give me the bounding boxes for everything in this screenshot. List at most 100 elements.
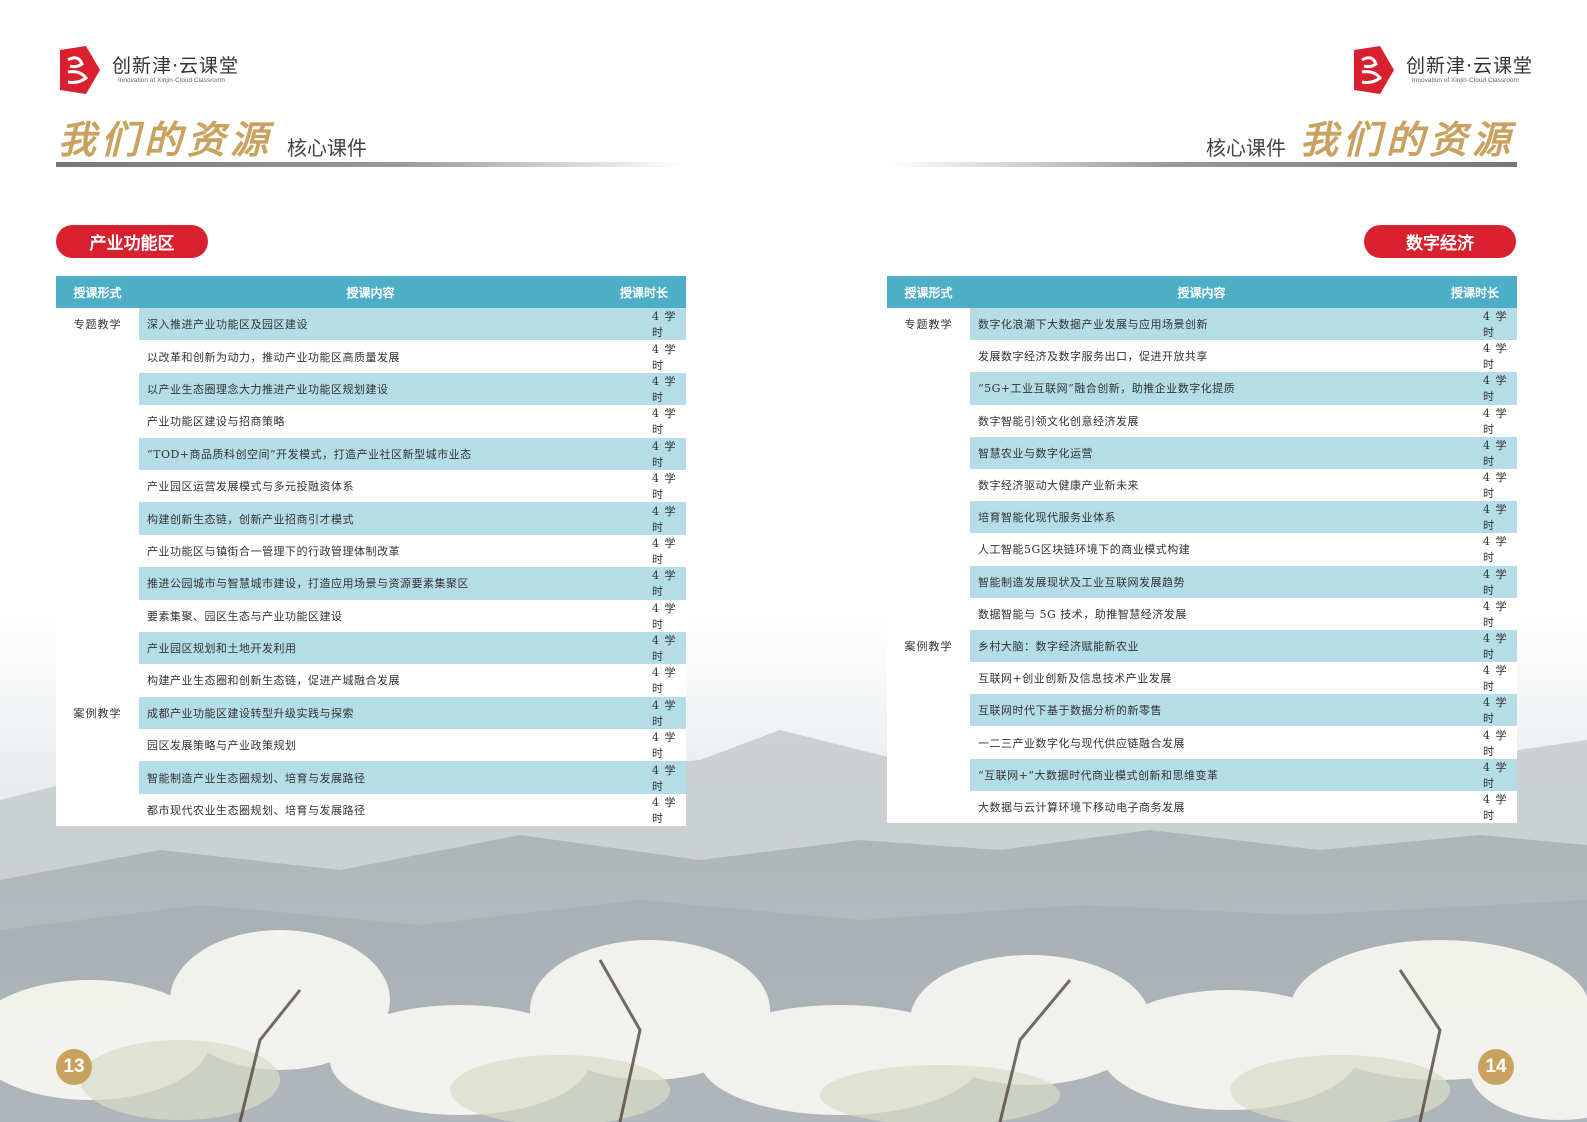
table-row: 互联网时代下基于数据分析的新零售 4 学时 (887, 694, 1517, 727)
left-page: 创新津·云课堂 Innovation of Xinjin·Cloud Class… (0, 0, 793, 1122)
logo-title: 创新津·云课堂 (1406, 54, 1534, 77)
row-content-cell: 推进公园城市与智慧城市建设，打造应用场景与资源要素集聚区 (139, 567, 602, 600)
page-title-row: 核心课件 我们的资源 (1192, 118, 1515, 162)
row-content-cell: 乡村大脑：数字经济赋能新农业 (970, 629, 1433, 663)
table-header-row: 授课形式 授课内容 授课时长 (887, 276, 1517, 308)
row-form-cell (887, 533, 970, 566)
table-row: 案例教学 乡村大脑：数字经济赋能新农业 4 学时 (887, 629, 1517, 663)
column-header-form: 授课形式 (56, 276, 139, 308)
table-row: 发展数字经济及数字服务出口，促进开放共享 4 学时 (887, 340, 1517, 373)
table-row: 产业园区运营发展模式与多元投融资体系 4 学时 (56, 469, 686, 503)
row-form-cell (56, 729, 139, 762)
row-form-cell (56, 437, 139, 470)
row-hours-cell: 4 学时 (602, 696, 686, 730)
row-form-cell (887, 662, 970, 695)
row-form-cell (887, 501, 970, 534)
row-content-cell: 智慧农业与数字化运营 (970, 436, 1433, 469)
page-title: 我们的资源 (58, 117, 274, 162)
table-row: “5G+工业互联网”融合创新，助推企业数字化提质 4 学时 (887, 372, 1517, 405)
row-form-cell: 专题教学 (887, 308, 970, 341)
title-underline (889, 162, 1517, 167)
row-form-cell (56, 599, 139, 632)
row-content-cell: 培育智能化现代服务业体系 (970, 501, 1433, 534)
row-content-cell: “TOD+商品质科创空间”开发模式，打造产业社区新型城市业态 (139, 437, 602, 470)
row-content-cell: 产业功能区与镇街合一管理下的行政管理体制改革 (139, 534, 602, 568)
row-content-cell: 数字化浪潮下大数据产业发展与应用场景创新 (970, 308, 1433, 341)
table-row: “互联网+”大数据时代商业模式创新和思维变革 4 学时 (887, 758, 1517, 791)
row-form-cell (56, 405, 139, 438)
table-row: 互联网+创业创新及信息技术产业发展 4 学时 (887, 662, 1517, 695)
table-row: 都市现代农业生态圈规划、培育与发展路径 4 学时 (56, 793, 686, 827)
row-form-cell (56, 664, 139, 697)
row-hours-cell: 4 学时 (1433, 565, 1517, 598)
row-content-cell: 智能制造发展现状及工业互联网发展趋势 (970, 565, 1433, 598)
right-page: 创新津·云课堂 Innovation of Xinjin·Cloud Class… (794, 0, 1587, 1122)
column-header-hours: 授课时长 (1433, 276, 1517, 308)
row-content-cell: 构建产业生态圈和创新生态链，促进产城融合发展 (139, 664, 602, 697)
row-hours-cell: 4 学时 (1433, 790, 1517, 823)
row-hours-cell: 4 学时 (1433, 372, 1517, 405)
table-row: 智慧农业与数字化运营 4 学时 (887, 436, 1517, 469)
row-form-cell (56, 340, 139, 373)
row-hours-cell: 4 学时 (602, 761, 686, 794)
row-form-cell (887, 597, 970, 630)
row-content-cell: 都市现代农业生态圈规划、培育与发展路径 (139, 793, 602, 827)
page-title-row: 我们的资源 核心课件 (58, 118, 381, 162)
row-content-cell: 构建创新生态链，创新产业招商引才模式 (139, 502, 602, 535)
row-form-cell (887, 758, 970, 791)
row-hours-cell: 4 学时 (602, 437, 686, 470)
table-row: 产业园区规划和土地开发利用 4 学时 (56, 631, 686, 665)
table-row: 以产业生态圈理念大力推进产业功能区规划建设 4 学时 (56, 372, 686, 406)
row-form-cell (887, 340, 970, 373)
row-content-cell: 以改革和创新为动力，推动产业功能区高质量发展 (139, 340, 602, 373)
table-row: 大数据与云计算环境下移动电子商务发展 4 学时 (887, 790, 1517, 823)
table-row: 专题教学 深入推进产业功能区及园区建设 4 学时 (56, 308, 686, 341)
row-form-cell (56, 761, 139, 794)
row-hours-cell: 4 学时 (1433, 726, 1517, 759)
row-form-cell: 案例教学 (887, 629, 970, 663)
table-row: 一二三产业数字化与现代供应链融合发展 4 学时 (887, 726, 1517, 759)
row-content-cell: 发展数字经济及数字服务出口，促进开放共享 (970, 340, 1433, 373)
row-hours-cell: 4 学时 (602, 469, 686, 503)
table-row: 人工智能5G区块链环境下的商业模式构建 4 学时 (887, 533, 1517, 566)
row-hours-cell: 4 学时 (1433, 501, 1517, 534)
row-hours-cell: 4 学时 (1433, 662, 1517, 695)
row-form-cell (887, 404, 970, 437)
row-hours-cell: 4 学时 (1433, 629, 1517, 663)
title-underline (56, 162, 684, 167)
row-form-cell (887, 790, 970, 823)
row-content-cell: 人工智能5G区块链环境下的商业模式构建 (970, 533, 1433, 566)
page-subtitle: 核心课件 (287, 136, 368, 160)
row-content-cell: 互联网时代下基于数据分析的新零售 (970, 694, 1433, 727)
table-row: 智能制造产业生态圈规划、培育与发展路径 4 学时 (56, 761, 686, 794)
logo-subtitle: Innovation of Xinjin·Cloud Classroom (118, 76, 225, 84)
row-content-cell: 互联网+创业创新及信息技术产业发展 (970, 662, 1433, 695)
table-row: 构建产业生态圈和创新生态链，促进产城融合发展 4 学时 (56, 664, 686, 697)
row-content-cell: 数字经济驱动大健康产业新未来 (970, 468, 1433, 502)
row-content-cell: “互联网+”大数据时代商业模式创新和思维变革 (970, 758, 1433, 791)
row-content-cell: 成都产业功能区建设转型升级实践与探索 (139, 696, 602, 730)
table-row: 案例教学 成都产业功能区建设转型升级实践与探索 4 学时 (56, 696, 686, 730)
row-form-cell (56, 567, 139, 600)
row-hours-cell: 4 学时 (1433, 404, 1517, 437)
row-content-cell: 产业园区规划和土地开发利用 (139, 631, 602, 665)
section-badge: 产业功能区 (56, 225, 208, 258)
table-row: 专题教学 数字化浪潮下大数据产业发展与应用场景创新 4 学时 (887, 308, 1517, 341)
row-hours-cell: 4 学时 (602, 664, 686, 697)
row-hours-cell: 4 学时 (602, 567, 686, 600)
course-table: 授课形式 授课内容 授课时长 专题教学 数字化浪潮下大数据产业发展与应用场景创新 4… (887, 276, 1517, 823)
logo-title: 创新津·云课堂 (112, 54, 240, 77)
row-content-cell: 园区发展策略与产业政策规划 (139, 729, 602, 762)
table-row: “TOD+商品质科创空间”开发模式，打造产业社区新型城市业态 4 学时 (56, 437, 686, 470)
brand-logo: 创新津·云课堂 Innovation of Xinjin·Cloud Class… (1350, 44, 1533, 96)
row-hours-cell: 4 学时 (602, 729, 686, 762)
row-content-cell: 产业园区运营发展模式与多元投融资体系 (139, 469, 602, 503)
section-badge: 数字经济 (1364, 225, 1516, 258)
row-form-cell (887, 468, 970, 502)
column-header-form: 授课形式 (887, 276, 970, 308)
brand-logo: 创新津·云课堂 Innovation of Xinjin·Cloud Class… (56, 44, 239, 96)
row-form-cell (56, 469, 139, 503)
brand-mark-icon (1350, 44, 1398, 96)
page-title: 我们的资源 (1299, 117, 1515, 162)
row-hours-cell: 4 学时 (602, 405, 686, 438)
